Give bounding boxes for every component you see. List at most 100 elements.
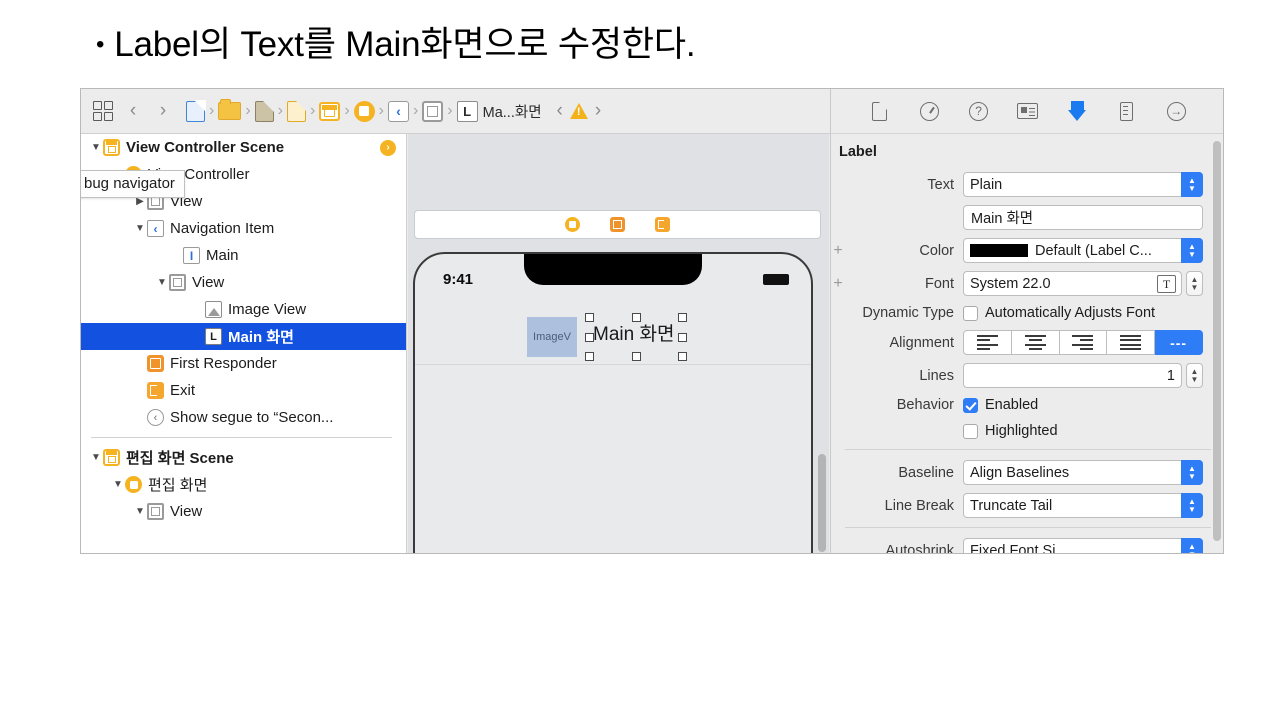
navigation-bar-area: ImageV Main 화면 xyxy=(415,309,811,365)
font-picker-icon[interactable]: T xyxy=(1157,275,1176,293)
navigator-grid-icon[interactable] xyxy=(89,97,117,125)
forward-button[interactable]: › xyxy=(149,97,177,125)
outline-row[interactable]: First Responder xyxy=(81,350,406,377)
font-stepper[interactable]: ▲▼ xyxy=(1186,271,1203,296)
document-outline[interactable]: View Controller Scene›View ControllerVie… xyxy=(81,134,407,554)
outline-row[interactable]: Image View xyxy=(81,296,406,323)
breadcrumb-project-icon[interactable] xyxy=(185,101,206,122)
text-type-popup[interactable]: Plain ▲▼ xyxy=(963,172,1203,197)
lines-input[interactable]: 1 xyxy=(963,363,1182,388)
disclosure-triangle-icon[interactable] xyxy=(133,506,147,517)
identity-inspector-icon[interactable] xyxy=(1015,99,1041,123)
inspector-section-title: Label xyxy=(839,144,1224,160)
lines-row: + Lines 1 ▲▼ xyxy=(831,363,1224,388)
breadcrumb-navigation-item-icon[interactable]: ‹ xyxy=(387,101,410,122)
breadcrumb-separator: › xyxy=(379,102,384,120)
align-justified-button[interactable] xyxy=(1107,330,1155,355)
outline-row-label: Main 화면 xyxy=(228,326,294,347)
add-font-variation-icon[interactable]: + xyxy=(831,275,845,293)
align-center-button[interactable] xyxy=(1012,330,1060,355)
disclosure-triangle-icon[interactable] xyxy=(89,142,103,153)
history-inspector-icon[interactable] xyxy=(916,99,942,123)
spacer: + xyxy=(831,542,845,555)
breadcrumb-scene-icon[interactable] xyxy=(318,102,341,121)
file-inspector-icon[interactable] xyxy=(867,99,893,123)
lines-stepper[interactable]: ▲▼ xyxy=(1186,363,1203,388)
outline-row[interactable]: View xyxy=(81,498,406,525)
outline-row[interactable]: 편집 화면 xyxy=(81,471,406,498)
align-right-button[interactable] xyxy=(1060,330,1108,355)
baseline-value: Align Baselines xyxy=(970,465,1069,481)
canvas-scrollbar[interactable] xyxy=(818,454,826,552)
device-frame: 9:41 ImageV Main 화면 xyxy=(413,252,813,554)
next-issue-button[interactable]: › xyxy=(595,100,601,122)
enabled-checkbox[interactable] xyxy=(963,398,978,413)
issue-navigation-group: ‹ › xyxy=(557,100,602,122)
back-button[interactable]: ‹ xyxy=(119,97,147,125)
breadcrumb-document-grey-icon[interactable] xyxy=(254,101,275,122)
text-label: Text xyxy=(847,177,963,193)
first-responder-icon xyxy=(147,355,164,372)
align-natural-button[interactable]: --- xyxy=(1155,330,1203,355)
color-popup[interactable]: Default (Label C... ▲▼ xyxy=(963,238,1203,263)
image-view-icon xyxy=(205,301,222,318)
breadcrumb-separator: › xyxy=(413,102,418,120)
line-break-row: + Line Break Truncate Tail ▲▼ xyxy=(831,493,1224,518)
selection-handles[interactable] xyxy=(585,313,687,361)
autoshrink-popup[interactable]: Fixed Font Si... ▲▼ xyxy=(963,538,1203,554)
breadcrumb-folder-icon[interactable] xyxy=(217,102,242,120)
help-inspector-icon[interactable]: ? xyxy=(966,99,992,123)
outline-separator xyxy=(91,437,392,438)
outline-row[interactable]: 편집 화면 Scene xyxy=(81,444,406,471)
outline-row[interactable]: IMain xyxy=(81,242,406,269)
inspector-divider xyxy=(845,527,1211,528)
highlighted-checkbox[interactable] xyxy=(963,424,978,439)
outline-row[interactable]: Exit xyxy=(81,377,406,404)
outline-row-selected[interactable]: L Main 화면 xyxy=(81,323,406,350)
line-break-popup[interactable]: Truncate Tail ▲▼ xyxy=(963,493,1203,518)
disclosure-triangle-icon[interactable] xyxy=(111,479,125,490)
breadcrumb-current-item[interactable]: L Ma...화면 xyxy=(456,101,543,122)
image-view-placeholder[interactable]: ImageV xyxy=(527,317,577,357)
attributes-inspector-icon[interactable] xyxy=(1064,99,1090,123)
auto-adjusts-font-checkbox[interactable] xyxy=(963,306,978,321)
outline-row-label: View xyxy=(170,503,202,520)
scene-icon xyxy=(103,449,120,466)
breadcrumb-view-controller-icon[interactable] xyxy=(353,101,376,122)
text-content-input[interactable]: Main 화면 xyxy=(963,205,1203,230)
breadcrumb-view-icon[interactable] xyxy=(421,101,444,122)
warning-icon[interactable] xyxy=(570,103,588,119)
previous-issue-button[interactable]: ‹ xyxy=(557,100,563,122)
spacer: + xyxy=(831,209,845,227)
baseline-popup[interactable]: Align Baselines ▲▼ xyxy=(963,460,1203,485)
inspector-scrollbar[interactable] xyxy=(1213,141,1221,541)
outline-row[interactable]: View xyxy=(81,269,406,296)
chevron-updown-icon: ▲▼ xyxy=(1181,493,1203,518)
alignment-label: Alignment xyxy=(847,335,963,351)
outline-row-label: View Controller Scene xyxy=(126,139,284,156)
label-icon: L xyxy=(205,328,222,345)
storyboard-canvas[interactable]: 9:41 ImageV Main 화면 xyxy=(408,134,829,554)
breadcrumb-storyboard-icon[interactable] xyxy=(286,101,307,122)
disclosure-triangle-icon[interactable] xyxy=(89,452,103,463)
inspector-tabs: ? → xyxy=(831,89,1224,134)
font-field[interactable]: System 22.0 T xyxy=(963,271,1182,296)
exit-icon[interactable] xyxy=(655,217,670,232)
disclosure-triangle-icon[interactable] xyxy=(133,223,147,234)
view-icon xyxy=(147,503,164,520)
view-controller-icon[interactable] xyxy=(565,217,580,232)
outline-row[interactable]: ‹Navigation Item xyxy=(81,215,406,242)
add-color-variation-icon[interactable]: + xyxy=(831,242,845,260)
disclosure-triangle-icon[interactable] xyxy=(155,277,169,288)
outline-row[interactable]: ‹Show segue to “Secon... xyxy=(81,404,406,431)
slide-title-text: Label의 Text를 Main화면으로 수정한다. xyxy=(114,25,695,64)
autoshrink-value: Fixed Font Si... xyxy=(970,543,1068,555)
first-responder-icon[interactable] xyxy=(610,217,625,232)
alignment-segmented-control[interactable]: --- xyxy=(963,330,1203,355)
connections-inspector-icon[interactable]: → xyxy=(1163,99,1189,123)
spacer: + xyxy=(831,304,845,322)
size-inspector-icon[interactable] xyxy=(1114,99,1140,123)
align-left-button[interactable] xyxy=(963,330,1012,355)
font-row: + Font System 22.0 T ▲▼ xyxy=(831,271,1224,296)
outline-row[interactable]: View Controller Scene› xyxy=(81,134,406,161)
